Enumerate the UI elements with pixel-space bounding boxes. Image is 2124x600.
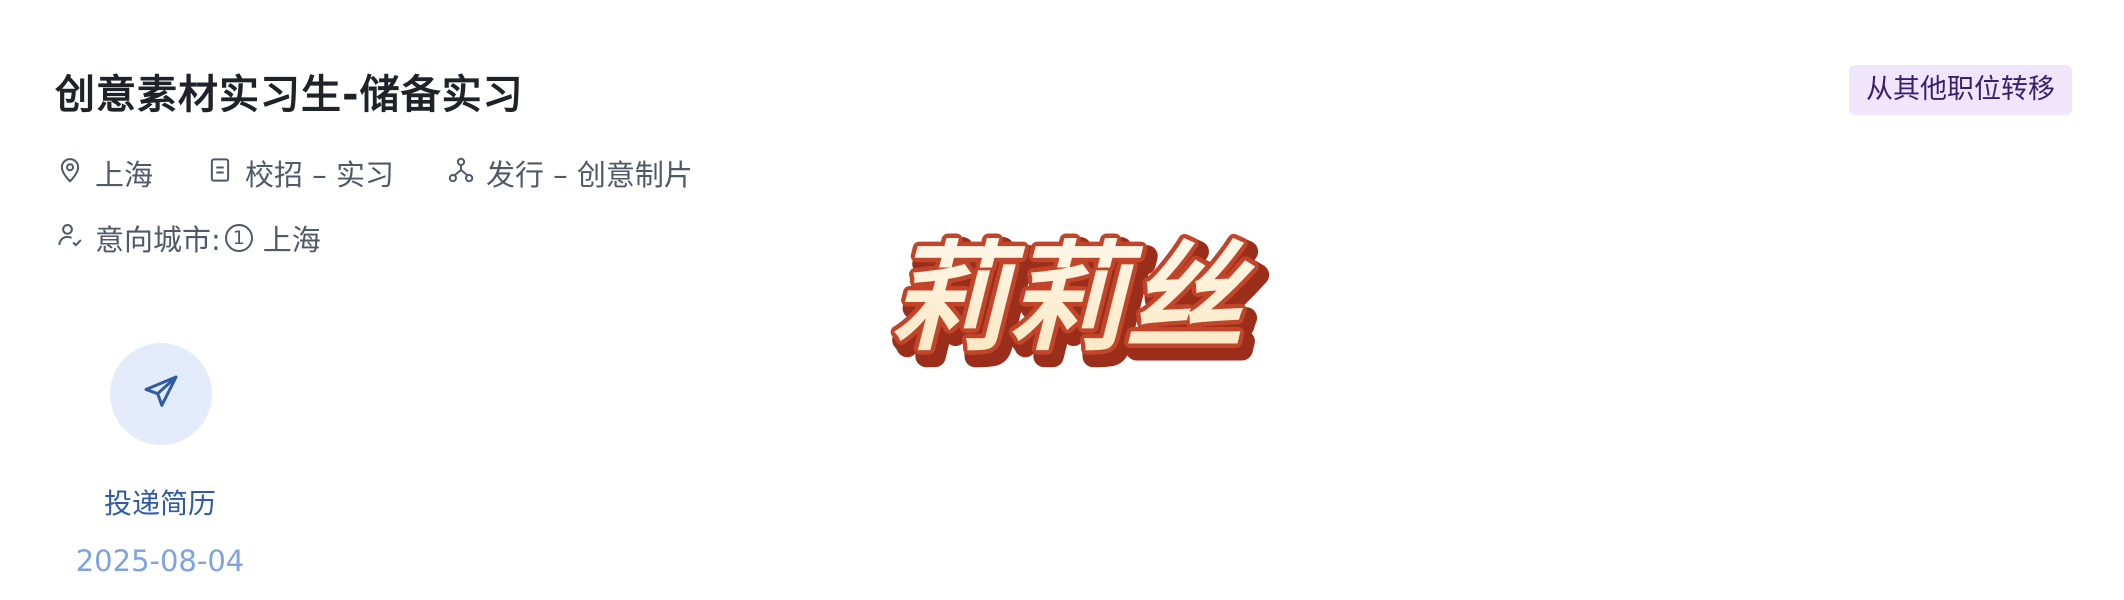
job-department-text: 发行 – 创意制片	[485, 158, 693, 192]
intent-rank-badge: 1	[224, 224, 253, 252]
lilith-logo-watermark: 莉莉丝 莉莉丝	[884, 225, 1271, 375]
apply-resume-label[interactable]: 投递简历	[60, 482, 260, 522]
job-department: 发行 – 创意制片	[446, 152, 693, 194]
job-recruit-type-text: 校招 – 实习	[245, 158, 394, 192]
intent-city-row: 意向城市: 1 上海	[55, 215, 321, 261]
job-meta-row: 上海 校招 – 实习 发行 – 创意制片	[55, 150, 745, 196]
paper-plane-icon	[141, 372, 181, 416]
intent-city-label: 意向城市:	[95, 223, 221, 257]
job-location-text: 上海	[95, 158, 154, 192]
job-recruit-type: 校招 – 实习	[205, 152, 394, 194]
intent-city-value: 上海	[262, 223, 321, 257]
job-location: 上海	[55, 152, 153, 194]
apply-resume-button[interactable]	[110, 343, 212, 445]
watermark-text: 莉莉丝	[889, 229, 1256, 367]
job-title[interactable]: 创意素材实习生-储备实习	[55, 62, 524, 120]
location-pin-icon	[55, 155, 95, 192]
transfer-status-badge: 从其他职位转移	[1849, 65, 2072, 115]
apply-date: 2025-08-04	[75, 544, 245, 578]
org-chart-icon	[446, 155, 486, 192]
user-check-icon	[55, 220, 95, 257]
document-icon	[205, 155, 245, 192]
job-record-card: 创意素材实习生-储备实习 从其他职位转移 上海 校招 – 实习 发行 – 创意制…	[0, 0, 2124, 600]
